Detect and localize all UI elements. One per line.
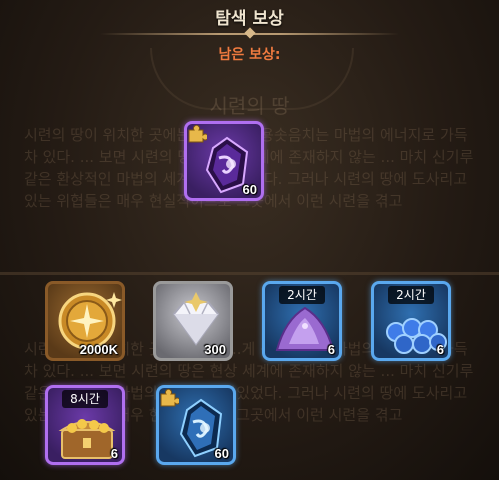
reward-header: 탐색 보상 남은 보상: [0, 0, 499, 66]
item-count: 6 [327, 342, 335, 357]
item-count: 60 [242, 182, 257, 197]
remaining-rewards-label: 남은 보상: [218, 47, 281, 63]
item-timer: 2시간 [388, 286, 434, 304]
reward-slot-gold-coin[interactable]: 2000K [45, 281, 125, 361]
item-count: 60 [214, 446, 229, 461]
reward-slot-blue-crystal[interactable]: 60 [156, 385, 236, 465]
title-divider [100, 27, 399, 39]
reward-slot-diamond[interactable]: 300 [153, 281, 233, 361]
featured-reward-slot[interactable]: 60 [184, 121, 264, 201]
item-count: 300 [204, 342, 226, 357]
background-chapter-title: 시련의 땅 [209, 94, 290, 118]
background-divider [0, 272, 499, 275]
reward-slot-purple-stone[interactable]: 2시간 6 [262, 281, 342, 361]
reward-slot-treasure-chest[interactable]: 8시간 6 [45, 385, 125, 465]
reward-slot-blue-orbs[interactable]: 2시간 6 [371, 281, 451, 361]
item-timer: 8시간 [62, 390, 108, 408]
puzzle-piece-icon [188, 124, 207, 143]
reward-screen: 시련의 땅 시련의 땅이 위치한 곳에는 어떤 ...게 용솟음치는 마법의 에… [0, 0, 499, 480]
item-count: 6 [436, 342, 444, 357]
item-timer: 2시간 [279, 286, 325, 304]
divider-gem-icon [243, 27, 256, 39]
item-count: 2000K [79, 342, 118, 357]
item-count: 6 [110, 446, 118, 461]
puzzle-piece-icon [160, 388, 179, 407]
page-title: 탐색 보상 [215, 9, 284, 29]
